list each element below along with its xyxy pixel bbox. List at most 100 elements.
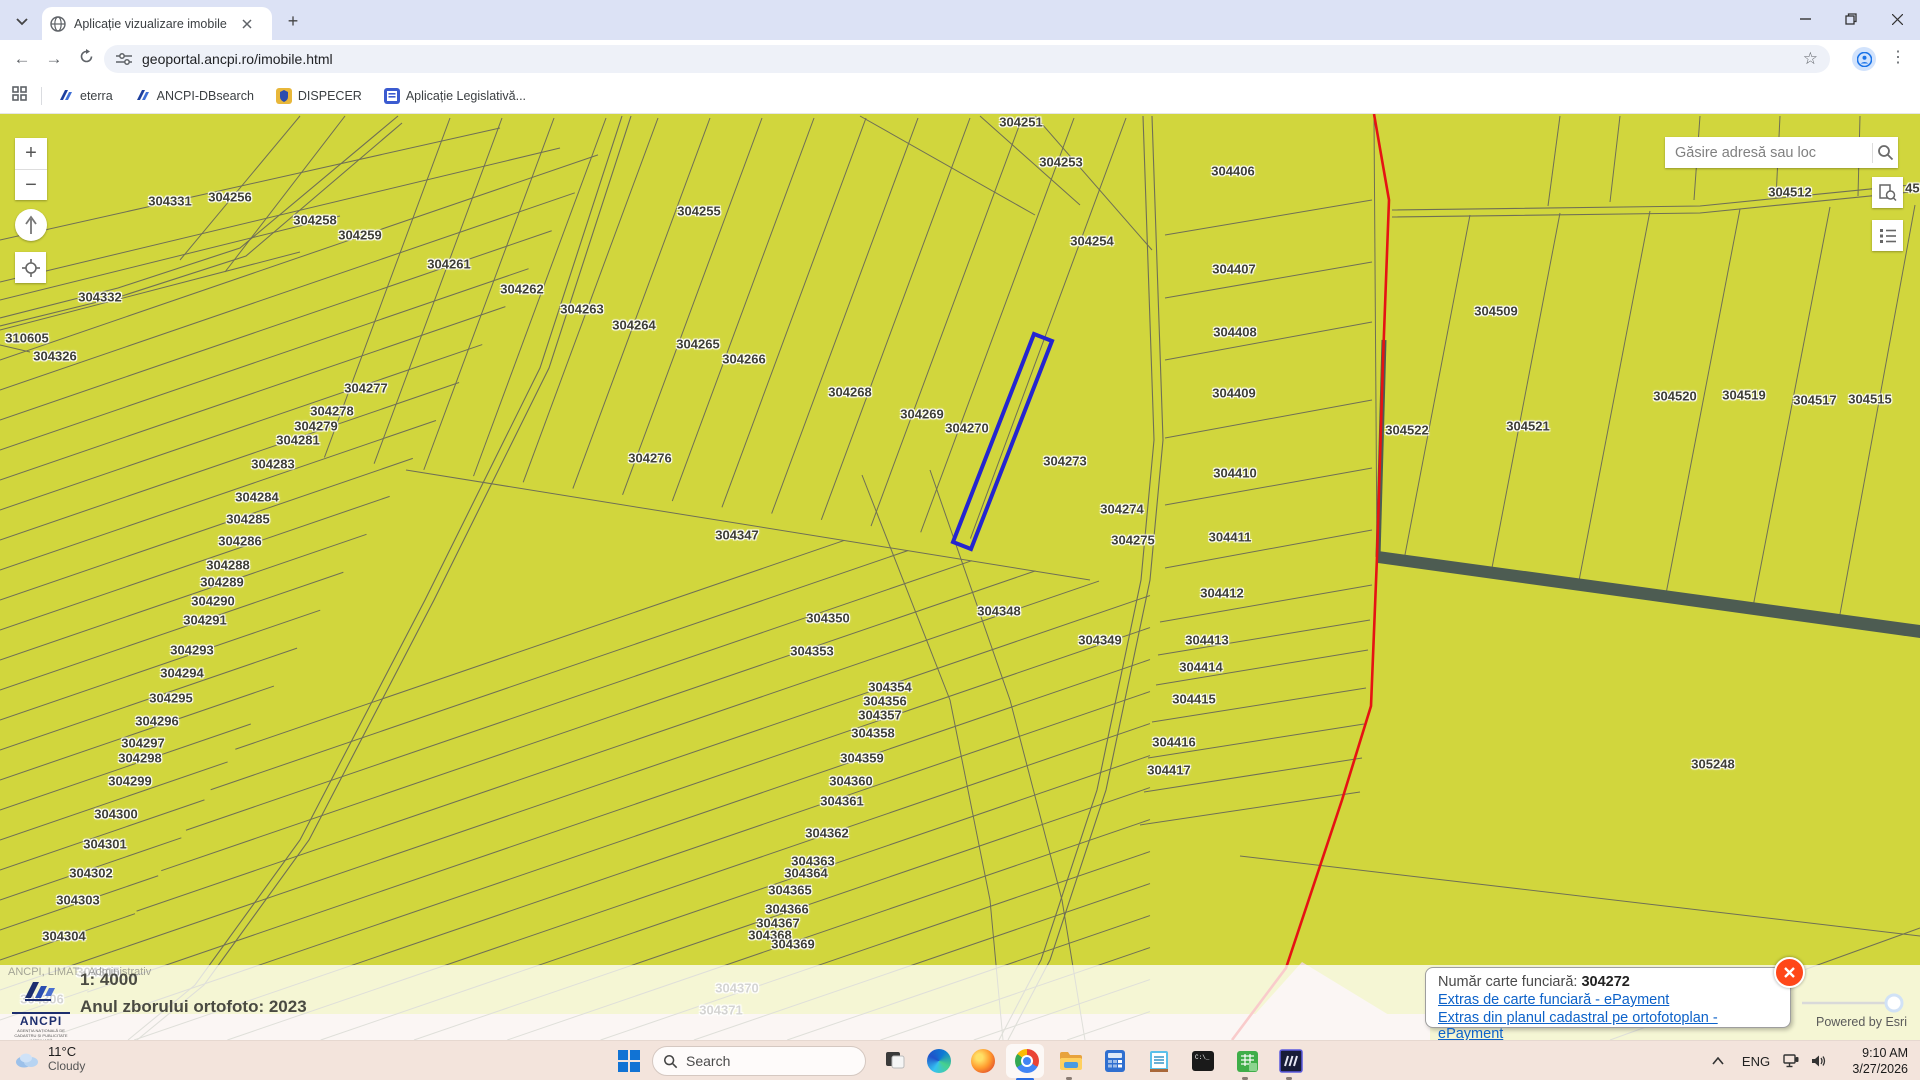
powered-by-esri: Powered by Esri bbox=[1816, 1015, 1907, 1029]
bookmark-star-icon[interactable]: ☆ bbox=[1803, 49, 1818, 69]
reload-button[interactable] bbox=[74, 47, 98, 71]
ortofoto-year: Anul zborului ortofoto: 2023 bbox=[80, 997, 307, 1017]
ancpi-logo-text: ANCPI bbox=[12, 1012, 70, 1028]
map-search-box bbox=[1665, 137, 1898, 168]
search-button[interactable] bbox=[1873, 144, 1898, 161]
spreadsheet-glyph bbox=[1236, 1050, 1259, 1073]
chrome-browser-icon[interactable] bbox=[1013, 1047, 1041, 1075]
compass-button[interactable] bbox=[15, 209, 47, 241]
globe-favicon bbox=[50, 16, 66, 32]
bookmark-aplicatie-legislativa[interactable]: Aplicație Legislativă... bbox=[384, 88, 526, 104]
libreoffice-calc-icon[interactable] bbox=[1233, 1047, 1261, 1075]
browser-tab[interactable]: Aplicație vizualizare imobile bbox=[42, 7, 272, 40]
locate-button[interactable] bbox=[15, 252, 46, 283]
terminal-glyph: C:\_ bbox=[1191, 1050, 1215, 1072]
clock-date: 3/27/2026 bbox=[1852, 1061, 1908, 1077]
back-button[interactable]: ← bbox=[10, 47, 34, 71]
restore-icon bbox=[1845, 13, 1857, 25]
ancpi-logo: ANCPI AGENȚIA NAȚIONALĂ DE CADASTRU ȘI P… bbox=[12, 980, 70, 1043]
windows-taskbar: 11°C Cloudy Search bbox=[0, 1040, 1920, 1080]
zoom-control: + − bbox=[15, 138, 47, 200]
calculator-icon[interactable] bbox=[1101, 1047, 1129, 1075]
task-view-button[interactable] bbox=[881, 1047, 909, 1075]
ancpi-flag-icon bbox=[21, 980, 61, 1006]
identify-tool-button[interactable] bbox=[1872, 177, 1903, 208]
bookmark-ancpi-dbsearch[interactable]: ANCPI-DBsearch bbox=[135, 88, 254, 104]
bookmarks-divider bbox=[41, 87, 42, 105]
tab-search-chevron-button[interactable] bbox=[8, 8, 36, 36]
file-explorer-icon[interactable] bbox=[1057, 1047, 1085, 1075]
task-view-icon bbox=[884, 1050, 906, 1072]
profile-avatar[interactable] bbox=[1852, 47, 1876, 71]
list-icon bbox=[1879, 228, 1897, 244]
bookmark-label: ANCPI-DBsearch bbox=[157, 89, 254, 103]
forward-button[interactable]: → bbox=[42, 47, 66, 71]
firefox-browser-icon[interactable] bbox=[969, 1047, 997, 1075]
notepad-icon[interactable] bbox=[1145, 1047, 1173, 1075]
map-scale: 1: 4000 bbox=[80, 970, 307, 990]
bookmarks-bar: eterra ANCPI-DBsearch DISPECER Aplicație… bbox=[0, 78, 1920, 114]
tray-chevron-button[interactable] bbox=[1706, 1041, 1730, 1080]
legend-button[interactable] bbox=[1872, 220, 1903, 251]
apps-grid-icon[interactable] bbox=[12, 86, 27, 106]
tab-close-icon[interactable] bbox=[242, 19, 252, 29]
zoom-in-button[interactable]: + bbox=[15, 138, 47, 169]
popup-close-button[interactable] bbox=[1774, 957, 1805, 988]
weather-description: Cloudy bbox=[48, 1059, 85, 1073]
taskbar-clock[interactable]: 9:10 AM 3/27/2026 bbox=[1852, 1045, 1908, 1077]
bookmark-label: eterra bbox=[80, 89, 113, 103]
bookmark-dispecer[interactable]: DISPECER bbox=[276, 88, 362, 104]
start-button[interactable] bbox=[615, 1047, 643, 1075]
tune-icon bbox=[116, 52, 132, 66]
taskbar-search-box[interactable]: Search bbox=[652, 1046, 866, 1076]
legislativa-favicon bbox=[384, 88, 400, 104]
parcel-info-popup: Număr carte funciară: 304272 Extras de c… bbox=[1425, 967, 1791, 1028]
minimize-icon bbox=[1800, 18, 1811, 20]
window-close-button[interactable] bbox=[1874, 0, 1920, 38]
zoom-out-button[interactable]: − bbox=[15, 170, 47, 201]
new-tab-button[interactable]: + bbox=[282, 10, 304, 32]
edge-browser-icon[interactable] bbox=[925, 1047, 953, 1075]
eterra-favicon bbox=[58, 88, 74, 104]
edge-logo bbox=[927, 1049, 951, 1073]
svg-text:C:\_: C:\_ bbox=[1195, 1054, 1210, 1061]
north-arrow-icon bbox=[23, 215, 39, 235]
ancpi-dbsearch-favicon bbox=[135, 88, 151, 104]
language-indicator[interactable]: ENG bbox=[1736, 1041, 1776, 1080]
tab-title: Aplicație vizualizare imobile bbox=[74, 17, 242, 31]
window-restore-button[interactable] bbox=[1828, 0, 1874, 38]
folder-icon bbox=[1059, 1050, 1083, 1072]
clock-time: 9:10 AM bbox=[1852, 1045, 1908, 1061]
address-bar[interactable]: geoportal.ancpi.ro/imobile.html ☆ bbox=[104, 45, 1830, 73]
extras-carte-funciara-link[interactable]: Extras de carte funciară - ePayment bbox=[1438, 992, 1778, 1008]
url-text: geoportal.ancpi.ro/imobile.html bbox=[142, 51, 333, 67]
notepad-glyph bbox=[1149, 1049, 1169, 1073]
terminal-icon[interactable]: C:\_ bbox=[1189, 1047, 1217, 1075]
bookmark-label: DISPECER bbox=[298, 89, 362, 103]
window-minimize-button[interactable] bbox=[1782, 0, 1828, 38]
network-glyph bbox=[1783, 1054, 1800, 1069]
carte-funciara-label: Număr carte funciară: 304272 bbox=[1438, 974, 1778, 990]
taskbar-weather-widget[interactable]: 11°C Cloudy bbox=[14, 1044, 85, 1073]
waves-app-icon[interactable] bbox=[1277, 1047, 1305, 1075]
search-input[interactable] bbox=[1665, 145, 1872, 161]
reload-icon bbox=[79, 49, 94, 64]
extras-plan-cadastral-link[interactable]: Extras din planul cadastral pe ortofotop… bbox=[1438, 1010, 1778, 1042]
cadastral-map[interactable] bbox=[0, 0, 1920, 1080]
dispecer-favicon bbox=[276, 88, 292, 104]
search-icon bbox=[1877, 144, 1894, 161]
identify-icon bbox=[1878, 183, 1897, 202]
volume-icon[interactable] bbox=[1806, 1041, 1832, 1080]
popup-parcel-number: 304272 bbox=[1581, 974, 1629, 990]
firefox-logo bbox=[971, 1049, 995, 1073]
browser-menu-icon[interactable]: ⋮ bbox=[1890, 47, 1906, 67]
close-icon bbox=[1783, 966, 1796, 979]
network-icon[interactable] bbox=[1778, 1041, 1804, 1080]
person-icon bbox=[1857, 52, 1872, 67]
waves-glyph bbox=[1279, 1049, 1303, 1073]
taskbar-search-placeholder: Search bbox=[686, 1053, 730, 1069]
chevron-up-icon bbox=[1712, 1057, 1724, 1065]
crosshair-icon bbox=[21, 258, 41, 278]
browser-tab-strip: Aplicație vizualizare imobile + bbox=[0, 0, 1920, 40]
bookmark-eterra[interactable]: eterra bbox=[58, 88, 113, 104]
